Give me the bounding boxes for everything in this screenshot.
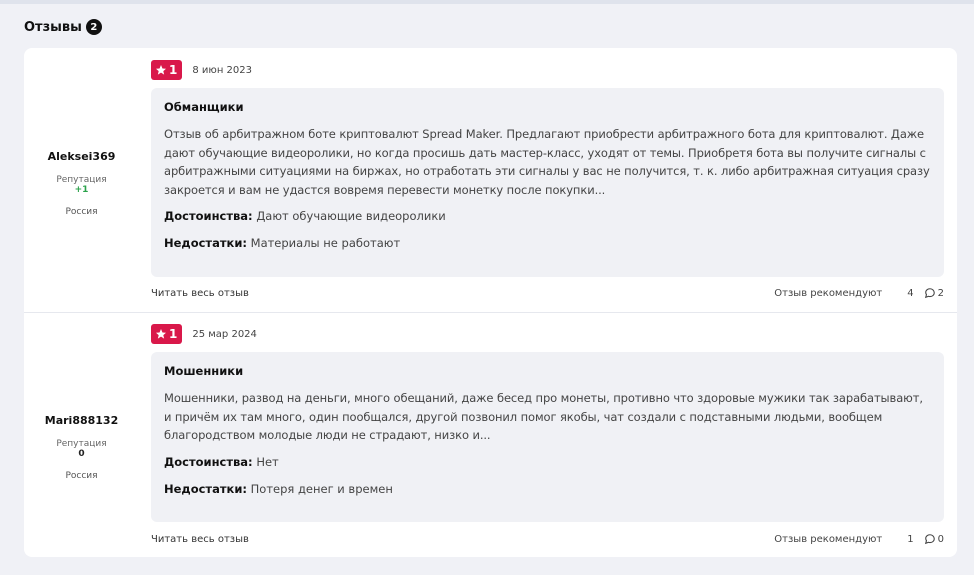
comments-button[interactable]: 0 — [924, 533, 944, 545]
author-info: Aleksei369 Репутация +1 Россия — [24, 150, 139, 217]
review-text: Мошенники, развод на деньги, много обеща… — [164, 391, 923, 443]
author-name[interactable]: Mari888132 — [45, 414, 119, 427]
read-full-review-link[interactable]: Читать весь отзыв — [151, 288, 249, 299]
comment-bubble-icon — [924, 288, 935, 299]
cons-text: Потеря денег и времен — [250, 481, 393, 496]
reviews-count-badge: 2 — [85, 19, 102, 35]
author-info: Mari888132 Репутация 0 Россия — [24, 414, 139, 481]
review-meta: 1 8 июн 2023 — [151, 60, 252, 80]
recommend-count: 4 — [907, 287, 914, 299]
review-pros: Достоинства: Нет — [164, 455, 931, 469]
pros-text: Дают обучающие видеоролики — [256, 209, 446, 224]
author-country: Россия — [65, 471, 98, 481]
review-date: 8 июн 2023 — [192, 64, 252, 76]
rating-value: 1 — [169, 327, 178, 341]
review-stats: Отзыв рекомендуют 4 2 — [774, 287, 944, 299]
reviews-card: Aleksei369 Репутация +1 Россия 1 8 июн 2… — [24, 48, 957, 557]
author-name[interactable]: Aleksei369 — [48, 150, 116, 163]
cons-label: Недостатки: — [164, 481, 247, 496]
rating-value: 1 — [169, 63, 178, 77]
comment-bubble-icon — [924, 534, 935, 545]
review-item: Aleksei369 Репутация +1 Россия 1 8 июн 2… — [24, 48, 957, 312]
review-meta: 1 25 мар 2024 — [151, 324, 257, 344]
pros-text: Нет — [256, 454, 279, 469]
pros-label: Достоинства: — [164, 209, 253, 224]
top-border — [0, 0, 974, 4]
reviews-header: Отзывы 2 — [24, 19, 102, 35]
reputation-value: +1 — [74, 185, 89, 195]
rating-badge: 1 — [151, 60, 183, 80]
review-date: 25 мар 2024 — [192, 328, 257, 340]
review-item: Mari888132 Репутация 0 Россия 1 25 мар 2… — [24, 312, 957, 557]
reputation-value: 0 — [78, 449, 85, 459]
rating-badge: 1 — [151, 324, 183, 344]
star-icon — [156, 329, 166, 339]
review-text: Отзыв об арбитражном боте криптовалют Sp… — [164, 127, 930, 197]
review-title[interactable]: Мошенники — [164, 364, 931, 378]
read-full-review-link[interactable]: Читать весь отзыв — [151, 534, 249, 545]
cons-label: Недостатки: — [164, 236, 247, 251]
recommend-label: Отзыв рекомендуют — [774, 533, 883, 545]
review-footer: Читать весь отзыв Отзыв рекомендуют 4 2 — [151, 285, 944, 301]
pros-label: Достоинства: — [164, 454, 253, 469]
review-body: Обманщики Отзыв об арбитражном боте крип… — [151, 88, 944, 277]
author-country: Россия — [65, 207, 98, 217]
star-icon — [156, 65, 166, 75]
section-title: Отзывы — [24, 19, 82, 35]
review-stats: Отзыв рекомендуют 1 0 — [774, 533, 944, 545]
review-cons: Недостатки: Материалы не работают — [164, 236, 931, 250]
reputation-label: Репутация — [56, 175, 107, 185]
cons-text: Материалы не работают — [250, 236, 401, 251]
review-body: Мошенники Мошенники, развод на деньги, м… — [151, 352, 944, 522]
comments-count: 0 — [937, 533, 944, 545]
review-cons: Недостатки: Потеря денег и времен — [164, 482, 931, 496]
reputation-label: Репутация — [56, 439, 107, 449]
review-footer: Читать весь отзыв Отзыв рекомендуют 1 0 — [151, 531, 944, 547]
recommend-label: Отзыв рекомендуют — [774, 287, 883, 299]
recommend-count: 1 — [907, 533, 914, 545]
comments-button[interactable]: 2 — [924, 287, 944, 299]
review-title[interactable]: Обманщики — [164, 100, 931, 114]
comments-count: 2 — [937, 287, 944, 299]
review-pros: Достоинства: Дают обучающие видеоролики — [164, 209, 931, 223]
